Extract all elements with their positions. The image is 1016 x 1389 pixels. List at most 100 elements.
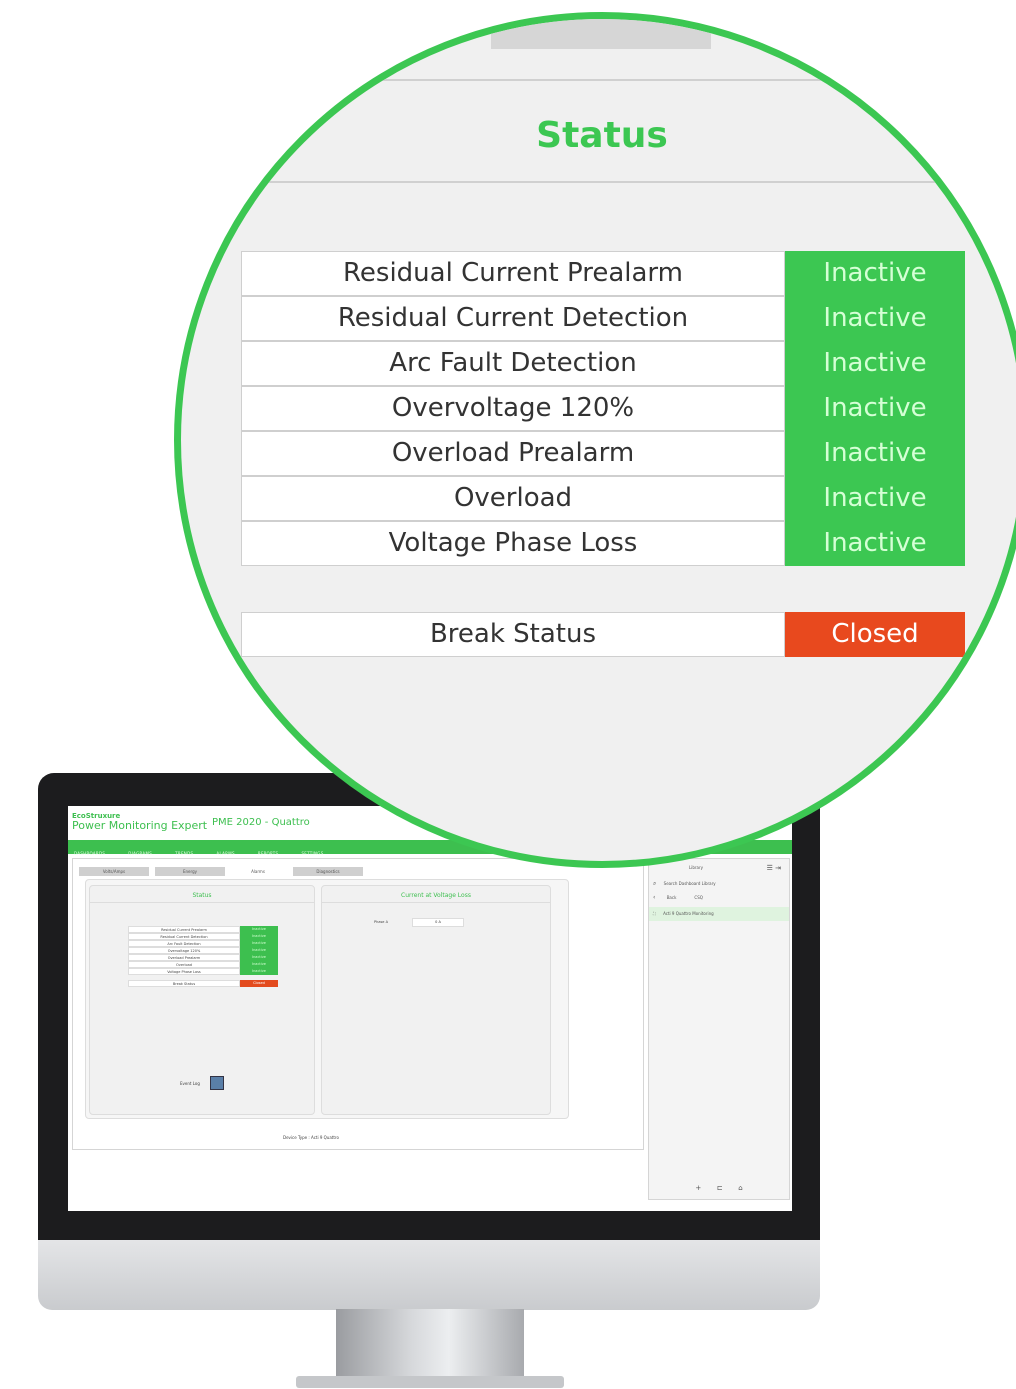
app-title: PME 2020 - Quattro: [212, 817, 310, 828]
row-value: Inactive: [785, 476, 965, 521]
break-status-value: Closed: [240, 980, 278, 987]
row-value: Inactive: [240, 954, 278, 961]
table-row: Residual Current Prealarm Inactive: [241, 251, 965, 296]
table-row: Residual Current Detection Inactive: [241, 296, 965, 341]
phase-label: Phase A: [374, 920, 388, 924]
table-row: Overvoltage 120% Inactive: [241, 386, 965, 431]
monitor-stand: [336, 1309, 524, 1379]
monitor-stand-base: [296, 1376, 564, 1388]
library-item-label: Acti 9 Quattro Monitoring: [663, 911, 714, 916]
search-input[interactable]: Search Dashboard Library: [664, 881, 716, 886]
event-log-icon[interactable]: [210, 1076, 224, 1090]
break-status-label: Break Status: [128, 980, 240, 987]
device-type: Device Type : Acti 9 Quattro: [283, 1135, 339, 1140]
back-label: Back: [666, 895, 677, 900]
folder-add-icon[interactable]: ⊏: [717, 1184, 723, 1192]
row-label: Overload Prealarm: [128, 954, 240, 961]
tab-energy[interactable]: Energy: [155, 867, 225, 876]
row-value: Inactive: [240, 933, 278, 940]
library-search[interactable]: ⌕ Search Dashboard Library: [649, 877, 789, 891]
row-value: Inactive: [240, 961, 278, 968]
nav-diagrams[interactable]: DIAGRAMS: [128, 851, 152, 856]
mini-status-table: Residual Current Prealarm Inactive Residu…: [128, 926, 278, 987]
tab-alarms[interactable]: Alarms: [225, 867, 291, 876]
row-value: Inactive: [240, 968, 278, 975]
table-row: Overload Prealarm Inactive: [241, 431, 965, 476]
break-status-row: Break Status Closed: [241, 612, 965, 657]
zoom-circle: Status Residual Current Prealarm Inactiv…: [174, 12, 1016, 868]
table-row: Voltage Phase Loss Inactive: [241, 521, 965, 566]
row-value: Inactive: [785, 431, 965, 476]
monitor-screen: EcoStruxure Power Monitoring Expert PME …: [68, 806, 792, 1211]
monitor-chin: [38, 1240, 820, 1310]
nav-reports[interactable]: REPORTS: [258, 851, 278, 856]
table-row: Overvoltage 120% Inactive: [128, 947, 278, 954]
library-sidebar: Library ☰ ⇥ ⌕ Search Dashboard Library ‹ …: [648, 858, 790, 1200]
chevron-left-icon: ‹: [653, 894, 656, 901]
diagram-content: Volts/Amps Energy Alarms Diagnostics Sta…: [72, 858, 644, 1150]
row-value: Inactive: [785, 251, 965, 296]
table-row: Overload Inactive: [128, 961, 278, 968]
break-status-value: Closed: [785, 612, 965, 657]
table-row: Residual Current Prealarm Inactive: [128, 926, 278, 933]
tab-volts-amps[interactable]: Volts/Amps: [79, 867, 149, 876]
table-row: Residual Current Detection Inactive: [128, 933, 278, 940]
divider: [90, 902, 314, 903]
row-value: Inactive: [240, 947, 278, 954]
status-panel: Status Residual Current Prealarm Inactive…: [89, 885, 315, 1115]
row-label: Residual Current Detection: [128, 933, 240, 940]
nav-settings[interactable]: SETTINGS: [301, 851, 323, 856]
table-row: Overload Prealarm Inactive: [128, 954, 278, 961]
library-item[interactable]: ⛶ Acti 9 Quattro Monitoring: [649, 907, 789, 921]
status-title: Status: [536, 115, 668, 156]
row-label: Residual Current Prealarm: [241, 251, 785, 296]
row-value: Inactive: [240, 940, 278, 947]
tab-diagnostics[interactable]: Diagnostics: [293, 867, 363, 876]
row-value: Inactive: [785, 341, 965, 386]
library-footer: + ⊏ ⌂: [649, 1181, 789, 1195]
row-label: Overload Prealarm: [241, 431, 785, 476]
row-label: Voltage Phase Loss: [128, 968, 240, 975]
break-status-row: Break Status Closed: [128, 980, 278, 987]
search-icon: ⌕: [653, 880, 657, 887]
table-row: Overload Inactive: [241, 476, 965, 521]
row-value: Inactive: [785, 521, 965, 566]
product-name: Power Monitoring Expert: [72, 819, 208, 832]
home-icon[interactable]: ⌂: [738, 1184, 742, 1192]
add-icon[interactable]: +: [695, 1184, 701, 1192]
row-label: Residual Current Detection: [241, 296, 785, 341]
row-label: Overvoltage 120%: [128, 947, 240, 954]
row-value: Inactive: [785, 386, 965, 431]
table-row: Voltage Phase Loss Inactive: [128, 968, 278, 975]
row-label: Residual Current Prealarm: [128, 926, 240, 933]
row-label: Arc Fault Detection: [128, 940, 240, 947]
break-status-label: Break Status: [241, 612, 785, 657]
voltage-loss-panel: Current at Voltage Loss Phase A 0 A: [321, 885, 551, 1115]
menu-icon[interactable]: ☰ ⇥: [767, 861, 781, 875]
row-label: Arc Fault Detection: [241, 341, 785, 386]
event-log-label: Event Log: [180, 1081, 200, 1086]
row-label: Overload: [241, 476, 785, 521]
row-label: Overvoltage 120%: [241, 386, 785, 431]
library-header: Library ☰ ⇥: [649, 861, 789, 875]
nav-trends[interactable]: TRENDS: [175, 851, 193, 856]
divider: [181, 79, 1016, 81]
voltage-panel-title: Current at Voltage Loss: [401, 892, 471, 899]
phase-value: 0 A: [412, 918, 464, 927]
library-back[interactable]: ‹ Back CSQ: [649, 891, 789, 905]
folder-label: CSQ: [694, 895, 703, 900]
tree-icon: ⛶: [653, 911, 656, 916]
row-value: Inactive: [785, 296, 965, 341]
library-title: Library: [689, 865, 703, 870]
divider: [181, 181, 1016, 183]
row-label: Voltage Phase Loss: [241, 521, 785, 566]
row-value: Inactive: [240, 926, 278, 933]
divider: [322, 902, 550, 903]
nav-alarms[interactable]: ALARMS: [216, 851, 234, 856]
status-panel-title: Status: [192, 892, 212, 899]
row-label: Overload: [128, 961, 240, 968]
table-row: Arc Fault Detection Inactive: [128, 940, 278, 947]
status-table: Residual Current Prealarm Inactive Resid…: [241, 251, 965, 566]
nav-dashboards[interactable]: DASHBOARDS: [74, 851, 105, 856]
top-tab-fragment: [491, 19, 711, 49]
